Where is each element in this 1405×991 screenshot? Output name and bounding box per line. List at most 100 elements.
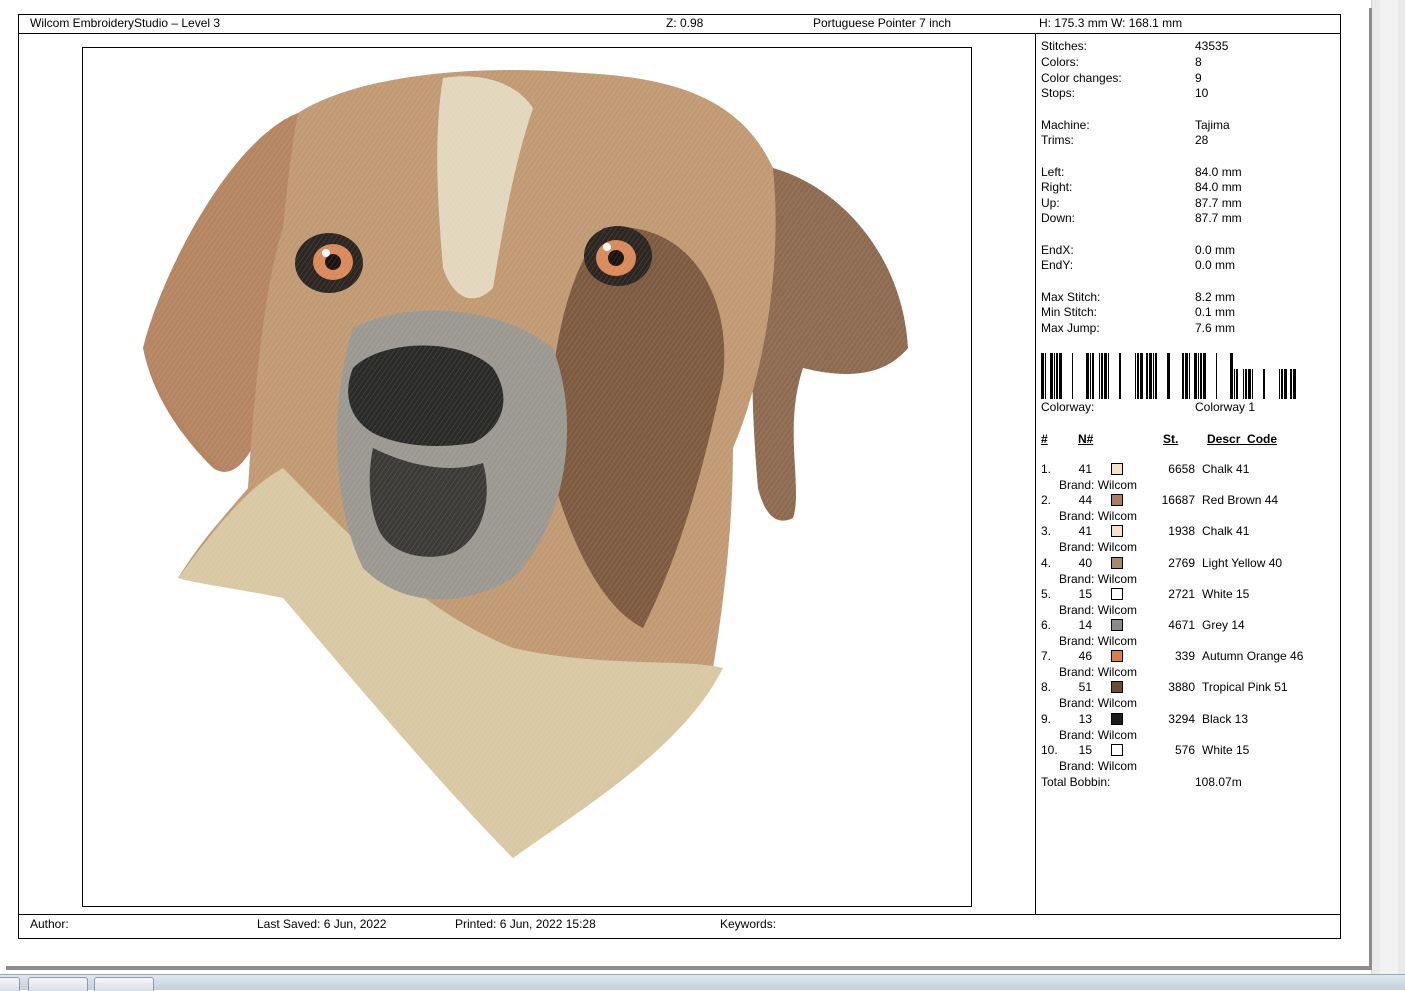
colorway-label: Colorway: bbox=[1041, 400, 1095, 414]
scrollbar-track[interactable] bbox=[1380, 0, 1398, 989]
stat-value: 7.6 mm bbox=[1195, 321, 1236, 335]
thread-description: Chalk 41 bbox=[1202, 524, 1250, 539]
thread-description: White 15 bbox=[1202, 742, 1250, 757]
stitch-count: 3294 bbox=[1168, 711, 1195, 726]
color-swatch bbox=[1111, 587, 1123, 600]
thread-description: Chalk 41 bbox=[1202, 462, 1250, 476]
color-swatch bbox=[1111, 681, 1123, 694]
printed-date: Printed: 6 Jun, 2022 15:28 bbox=[455, 917, 596, 931]
thread-brand: Brand: Wilcom bbox=[1059, 509, 1138, 524]
stat-value: 8 bbox=[1195, 55, 1202, 69]
color-index: 8. bbox=[1041, 680, 1052, 695]
col-header-num: # bbox=[1041, 432, 1048, 446]
color-index: 6. bbox=[1041, 618, 1052, 632]
stat-value: 8.2 mm bbox=[1195, 290, 1236, 304]
thread-number: 46 bbox=[1078, 649, 1092, 664]
vertical-scrollbar[interactable] bbox=[1371, 0, 1405, 989]
thread-description: Light Yellow 40 bbox=[1202, 555, 1283, 570]
page-shadow-right bbox=[1369, 8, 1372, 970]
stat-value: Tajima bbox=[1195, 118, 1230, 132]
color-swatch bbox=[1111, 556, 1123, 569]
design-preview bbox=[82, 47, 972, 907]
stat-value: 10 bbox=[1195, 86, 1209, 100]
stat-label: Colors: bbox=[1041, 55, 1080, 69]
taskbar bbox=[0, 974, 1405, 991]
thread-description: Red Brown 44 bbox=[1202, 493, 1279, 508]
thread-number: 13 bbox=[1078, 711, 1092, 726]
stat-label: Trims: bbox=[1041, 133, 1074, 147]
thread-brand: Brand: Wilcom bbox=[1059, 696, 1138, 711]
barcode-icon bbox=[1041, 353, 1296, 399]
stat-label: Stitches: bbox=[1041, 39, 1088, 53]
stat-label: Machine: bbox=[1041, 118, 1090, 132]
stat-value: 84.0 mm bbox=[1195, 165, 1242, 179]
thread-description: Autumn Orange 46 bbox=[1202, 649, 1304, 664]
stat-label: Max Stitch: bbox=[1041, 290, 1101, 304]
thread-brand: Brand: Wilcom bbox=[1059, 602, 1138, 617]
stat-label: EndY: bbox=[1041, 258, 1074, 272]
stat-value: 0.0 mm bbox=[1195, 243, 1236, 257]
stat-value: 84.0 mm bbox=[1195, 180, 1242, 194]
stitch-count: 16687 bbox=[1161, 493, 1195, 508]
thread-number: 41 bbox=[1078, 462, 1092, 476]
thread-brand: Brand: Wilcom bbox=[1059, 571, 1138, 586]
design-dimensions: H: 175.3 mm W: 168.1 mm bbox=[1039, 16, 1183, 30]
thread-number: 51 bbox=[1078, 680, 1092, 695]
app-title: Wilcom EmbroideryStudio – Level 3 bbox=[30, 16, 221, 30]
total-bobbin-label: Total Bobbin: bbox=[1041, 775, 1111, 789]
panel-divider bbox=[1035, 34, 1036, 914]
stitch-count: 3880 bbox=[1168, 680, 1195, 695]
color-index: 5. bbox=[1041, 586, 1052, 601]
color-swatch bbox=[1111, 650, 1123, 663]
stat-label: Left: bbox=[1041, 165, 1065, 179]
zoom-level: Z: 0.98 bbox=[666, 16, 704, 30]
color-index: 1. bbox=[1041, 462, 1052, 476]
total-bobbin-value: 108.07m bbox=[1195, 775, 1242, 789]
thread-brand: Brand: Wilcom bbox=[1059, 540, 1138, 555]
design-name: Portuguese Pointer 7 inch bbox=[813, 16, 952, 30]
color-index: 10. bbox=[1041, 742, 1058, 757]
thread-brand: Brand: Wilcom bbox=[1059, 634, 1138, 648]
stitch-count: 1938 bbox=[1168, 524, 1195, 539]
page-shadow-bottom bbox=[6, 966, 1372, 970]
thread-brand: Brand: Wilcom bbox=[1059, 478, 1138, 492]
col-header-st: St. bbox=[1163, 432, 1179, 446]
color-index: 3. bbox=[1041, 524, 1052, 539]
color-swatch bbox=[1111, 463, 1123, 475]
thread-brand: Brand: Wilcom bbox=[1059, 758, 1138, 773]
thread-description: Tropical Pink 51 bbox=[1202, 680, 1288, 695]
thread-brand: Brand: Wilcom bbox=[1059, 665, 1138, 680]
keywords-label: Keywords: bbox=[720, 917, 777, 931]
col-header-n: N# bbox=[1078, 432, 1094, 446]
color-swatch bbox=[1111, 619, 1123, 631]
col-header-desc: Descr_Code bbox=[1207, 432, 1278, 446]
thread-number: 40 bbox=[1078, 555, 1092, 570]
thread-number: 14 bbox=[1078, 618, 1092, 632]
stitch-count: 4671 bbox=[1168, 618, 1195, 632]
stat-label: EndX: bbox=[1041, 243, 1074, 257]
color-index: 9. bbox=[1041, 711, 1052, 726]
thread-number: 15 bbox=[1078, 742, 1092, 757]
stat-value: 0.1 mm bbox=[1195, 305, 1236, 319]
header-divider bbox=[18, 33, 1341, 34]
color-swatch bbox=[1111, 743, 1123, 756]
stat-label: Color changes: bbox=[1041, 71, 1122, 85]
stat-label: Min Stitch: bbox=[1041, 305, 1098, 319]
stat-value: 9 bbox=[1195, 71, 1202, 85]
stat-value: 87.7 mm bbox=[1195, 211, 1242, 225]
stat-value: 0.0 mm bbox=[1195, 258, 1236, 272]
stat-label: Max Jump: bbox=[1041, 321, 1100, 335]
stat-value: 43535 bbox=[1195, 39, 1229, 53]
stitch-count: 2721 bbox=[1168, 586, 1195, 601]
stitch-count: 576 bbox=[1174, 742, 1195, 757]
embroidery-dog-portrait-icon bbox=[143, 69, 908, 859]
author-label: Author: bbox=[30, 917, 69, 931]
thread-number: 44 bbox=[1078, 493, 1092, 508]
thread-description: Black 13 bbox=[1202, 711, 1249, 726]
color-index: 7. bbox=[1041, 649, 1052, 664]
stat-value: 28 bbox=[1195, 133, 1209, 147]
color-swatch bbox=[1111, 712, 1123, 725]
color-index: 2. bbox=[1041, 493, 1052, 508]
stat-label: Down: bbox=[1041, 211, 1076, 225]
footer-divider bbox=[18, 914, 1341, 915]
